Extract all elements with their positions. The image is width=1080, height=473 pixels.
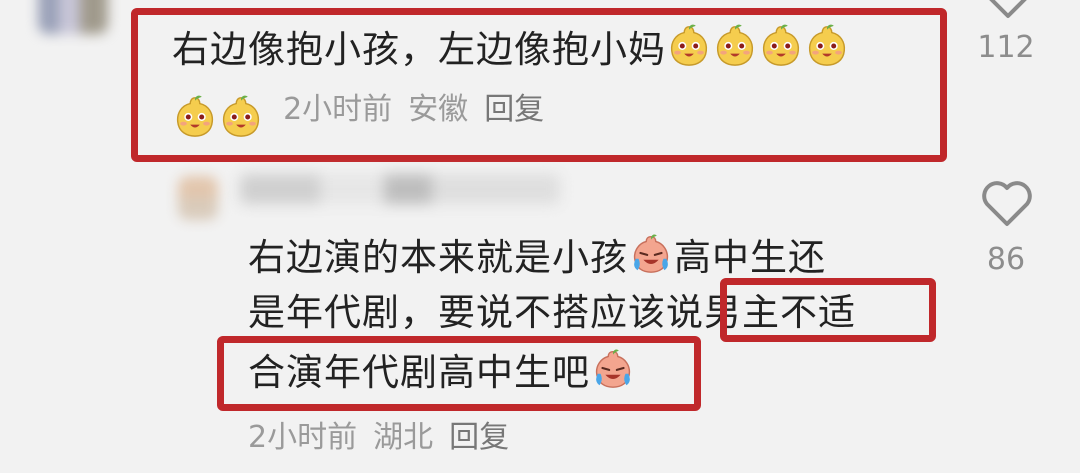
comment-meta-row: 2小时前 安徽 回复 (172, 84, 544, 139)
commenter-name[interactable] (240, 174, 560, 204)
pear-smile-emoji (222, 95, 260, 137)
heart-icon[interactable] (982, 0, 1034, 20)
highlight-box-line-3 (217, 336, 701, 411)
reply-button[interactable]: 回复 (449, 420, 509, 455)
comment-meta-row: 2小时前 湖北 回复 (248, 412, 509, 456)
pear-smile-emoji (762, 24, 800, 66)
comment-location: 湖北 (373, 420, 434, 455)
comment-text-line-1: 右边演的本来就是小孩 高中生还 (248, 230, 826, 283)
laugh-cry-emoji (633, 234, 669, 273)
highlight-box-line-2 (720, 278, 936, 342)
like-count: 112 (977, 30, 1035, 65)
avatar-comment-1[interactable] (38, 0, 108, 34)
pear-smile-emoji (808, 24, 846, 66)
comment-time: 2小时前 (248, 420, 358, 455)
pear-smile-emoji (670, 24, 708, 66)
comment-text: 右边像抱小孩，左边像抱小妈 (172, 22, 850, 75)
heart-icon[interactable] (980, 178, 1034, 228)
pear-smile-emoji (176, 95, 214, 137)
comment-time: 2小时前 (283, 92, 393, 127)
like-count: 86 (986, 242, 1026, 277)
pear-smile-emoji (716, 24, 754, 66)
comment-location: 安徽 (408, 92, 469, 127)
avatar-comment-2[interactable] (178, 176, 218, 220)
reply-button[interactable]: 回复 (484, 92, 544, 127)
